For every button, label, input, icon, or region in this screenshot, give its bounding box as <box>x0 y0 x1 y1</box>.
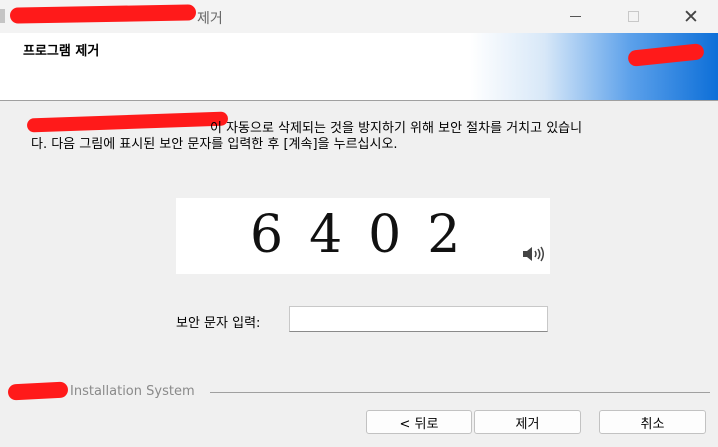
speaker-icon[interactable] <box>522 246 544 262</box>
redacted-program-name <box>26 111 229 133</box>
captcha-code: 6402 <box>250 205 487 265</box>
minimize-icon <box>569 16 581 17</box>
maximize-icon <box>627 11 639 22</box>
captcha-input[interactable] <box>289 306 548 332</box>
captcha-image: 6402 <box>176 198 550 274</box>
page-title: 프로그램 제거 <box>23 44 100 59</box>
close-icon: ✕ <box>683 5 699 28</box>
redacted-brand <box>7 381 69 401</box>
description-line-2: 다. 다음 그림에 표시된 보안 문자를 입력한 후 [계속]을 누르십시오. <box>31 137 398 152</box>
captcha-input-label: 보안 문자 입력: <box>176 316 261 331</box>
window-title: 제거 <box>197 11 223 27</box>
title-bar: 제거 ✕ <box>0 0 718 33</box>
app-icon <box>0 9 5 23</box>
minimize-button[interactable] <box>546 0 604 33</box>
footer-divider <box>210 392 710 393</box>
uninstall-dialog: 제거 ✕ 프로그램 제거 이 자동으로 삭제되는 것을 방지하기 위해 보안 절… <box>0 0 718 447</box>
installer-brand: Installation System <box>70 384 195 399</box>
header-banner-graphic <box>470 33 718 100</box>
back-button[interactable]: < 뒤로 <box>366 410 472 434</box>
remove-button[interactable]: 제거 <box>474 410 581 434</box>
cancel-button[interactable]: 취소 <box>599 410 706 434</box>
page-header: 프로그램 제거 <box>0 33 718 100</box>
close-button[interactable]: ✕ <box>662 0 718 33</box>
redacted-title <box>9 4 197 24</box>
maximize-button <box>604 0 662 33</box>
header-divider <box>0 100 718 101</box>
